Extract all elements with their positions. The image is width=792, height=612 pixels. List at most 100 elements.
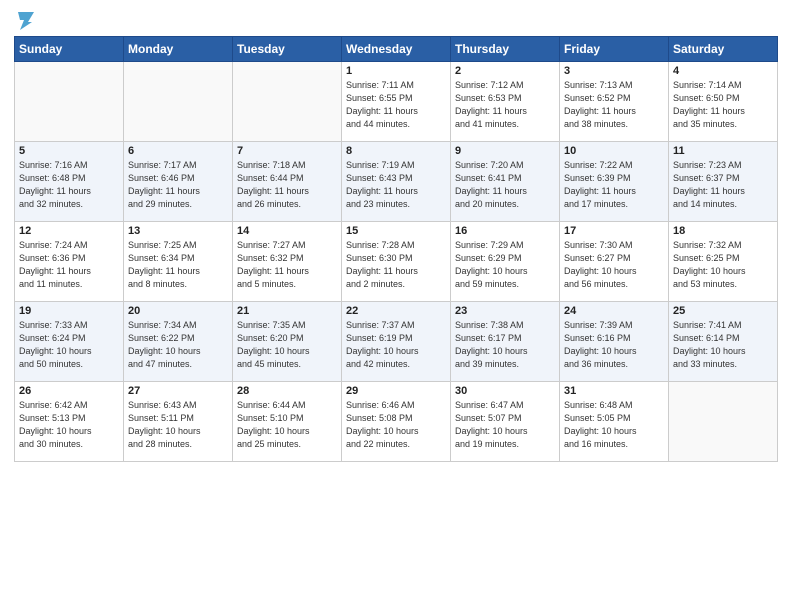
- day-number: 3: [564, 65, 664, 77]
- calendar-day-cell: 28 Sunrise: 6:44 AM Sunset: 5:10 PM Dayli…: [233, 382, 342, 462]
- weekday-header-monday: Monday: [124, 37, 233, 62]
- calendar-day-cell: 20 Sunrise: 7:34 AM Sunset: 6:22 PM Dayli…: [124, 302, 233, 382]
- day-number: 6: [128, 145, 228, 157]
- day-info: Sunrise: 7:18 AM Sunset: 6:44 PM Dayligh…: [237, 159, 337, 211]
- calendar-day-cell: [669, 382, 778, 462]
- calendar-day-cell: 27 Sunrise: 6:43 AM Sunset: 5:11 PM Dayli…: [124, 382, 233, 462]
- calendar-week-row: 19 Sunrise: 7:33 AM Sunset: 6:24 PM Dayli…: [15, 302, 778, 382]
- day-number: 20: [128, 305, 228, 317]
- day-info: Sunrise: 7:16 AM Sunset: 6:48 PM Dayligh…: [19, 159, 119, 211]
- calendar-day-cell: 25Sunrise: 7:41 AM Sunset: 6:14 PM Dayli…: [669, 302, 778, 382]
- day-info: Sunrise: 7:29 AM Sunset: 6:29 PM Dayligh…: [455, 239, 555, 291]
- day-info: Sunrise: 7:22 AM Sunset: 6:39 PM Dayligh…: [564, 159, 664, 211]
- day-info: Sunrise: 7:19 AM Sunset: 6:43 PM Dayligh…: [346, 159, 446, 211]
- day-info: Sunrise: 6:43 AM Sunset: 5:11 PM Dayligh…: [128, 399, 228, 451]
- calendar-day-cell: 11 Sunrise: 7:23 AM Sunset: 6:37 PM Dayli…: [669, 142, 778, 222]
- calendar-day-cell: 9 Sunrise: 7:20 AM Sunset: 6:41 PM Daylig…: [451, 142, 560, 222]
- calendar-day-cell: 14 Sunrise: 7:27 AM Sunset: 6:32 PM Dayli…: [233, 222, 342, 302]
- day-info: Sunrise: 7:12 AM Sunset: 6:53 PM Dayligh…: [455, 79, 555, 131]
- calendar-day-cell: 29Sunrise: 6:46 AM Sunset: 5:08 PM Dayli…: [342, 382, 451, 462]
- calendar-day-cell: 13Sunrise: 7:25 AM Sunset: 6:34 PM Dayli…: [124, 222, 233, 302]
- calendar-day-cell: 30Sunrise: 6:47 AM Sunset: 5:07 PM Dayli…: [451, 382, 560, 462]
- day-number: 30: [455, 385, 555, 397]
- weekday-header-sunday: Sunday: [15, 37, 124, 62]
- day-number: 28: [237, 385, 337, 397]
- calendar-week-row: 26 Sunrise: 6:42 AM Sunset: 5:13 PM Dayli…: [15, 382, 778, 462]
- day-info: Sunrise: 7:35 AM Sunset: 6:20 PM Dayligh…: [237, 319, 337, 371]
- calendar-day-cell: 26 Sunrise: 6:42 AM Sunset: 5:13 PM Dayli…: [15, 382, 124, 462]
- calendar-day-cell: 24 Sunrise: 7:39 AM Sunset: 6:16 PM Dayli…: [560, 302, 669, 382]
- day-info: Sunrise: 7:32 AM Sunset: 6:25 PM Dayligh…: [673, 239, 773, 291]
- day-number: 1: [346, 65, 446, 77]
- calendar-day-cell: 18Sunrise: 7:32 AM Sunset: 6:25 PM Dayli…: [669, 222, 778, 302]
- day-info: Sunrise: 7:11 AM Sunset: 6:55 PM Dayligh…: [346, 79, 446, 131]
- day-info: Sunrise: 7:38 AM Sunset: 6:17 PM Dayligh…: [455, 319, 555, 371]
- calendar-day-cell: 15 Sunrise: 7:28 AM Sunset: 6:30 PM Dayli…: [342, 222, 451, 302]
- day-number: 27: [128, 385, 228, 397]
- day-info: Sunrise: 7:17 AM Sunset: 6:46 PM Dayligh…: [128, 159, 228, 211]
- calendar-header-row: SundayMondayTuesdayWednesdayThursdayFrid…: [15, 37, 778, 62]
- header: [14, 10, 778, 28]
- day-number: 19: [19, 305, 119, 317]
- day-number: 5: [19, 145, 119, 157]
- day-info: Sunrise: 7:33 AM Sunset: 6:24 PM Dayligh…: [19, 319, 119, 371]
- day-info: Sunrise: 7:39 AM Sunset: 6:16 PM Dayligh…: [564, 319, 664, 371]
- day-number: 9: [455, 145, 555, 157]
- calendar-table: SundayMondayTuesdayWednesdayThursdayFrid…: [14, 36, 778, 462]
- day-number: 23: [455, 305, 555, 317]
- calendar-day-cell: 16 Sunrise: 7:29 AM Sunset: 6:29 PM Dayli…: [451, 222, 560, 302]
- weekday-header-tuesday: Tuesday: [233, 37, 342, 62]
- day-number: 7: [237, 145, 337, 157]
- logo-icon: [16, 8, 34, 30]
- calendar-day-cell: 31Sunrise: 6:48 AM Sunset: 5:05 PM Dayli…: [560, 382, 669, 462]
- calendar-day-cell: 7 Sunrise: 7:18 AM Sunset: 6:44 PM Daylig…: [233, 142, 342, 222]
- day-info: Sunrise: 7:27 AM Sunset: 6:32 PM Dayligh…: [237, 239, 337, 291]
- day-info: Sunrise: 7:37 AM Sunset: 6:19 PM Dayligh…: [346, 319, 446, 371]
- day-info: Sunrise: 7:23 AM Sunset: 6:37 PM Dayligh…: [673, 159, 773, 211]
- calendar-day-cell: 17 Sunrise: 7:30 AM Sunset: 6:27 PM Dayli…: [560, 222, 669, 302]
- weekday-header-wednesday: Wednesday: [342, 37, 451, 62]
- day-number: 24: [564, 305, 664, 317]
- day-info: Sunrise: 6:46 AM Sunset: 5:08 PM Dayligh…: [346, 399, 446, 451]
- day-info: Sunrise: 7:20 AM Sunset: 6:41 PM Dayligh…: [455, 159, 555, 211]
- page: SundayMondayTuesdayWednesdayThursdayFrid…: [0, 0, 792, 612]
- calendar-day-cell: [15, 62, 124, 142]
- calendar-day-cell: 2 Sunrise: 7:12 AM Sunset: 6:53 PM Daylig…: [451, 62, 560, 142]
- calendar-day-cell: 12Sunrise: 7:24 AM Sunset: 6:36 PM Dayli…: [15, 222, 124, 302]
- day-number: 26: [19, 385, 119, 397]
- day-number: 14: [237, 225, 337, 237]
- day-number: 17: [564, 225, 664, 237]
- calendar-week-row: 1 Sunrise: 7:11 AM Sunset: 6:55 PM Daylig…: [15, 62, 778, 142]
- calendar-day-cell: 3 Sunrise: 7:13 AM Sunset: 6:52 PM Daylig…: [560, 62, 669, 142]
- calendar-week-row: 12Sunrise: 7:24 AM Sunset: 6:36 PM Dayli…: [15, 222, 778, 302]
- day-number: 4: [673, 65, 773, 77]
- calendar-week-row: 5 Sunrise: 7:16 AM Sunset: 6:48 PM Daylig…: [15, 142, 778, 222]
- day-info: Sunrise: 6:44 AM Sunset: 5:10 PM Dayligh…: [237, 399, 337, 451]
- logo: [14, 10, 34, 28]
- day-number: 15: [346, 225, 446, 237]
- day-info: Sunrise: 7:30 AM Sunset: 6:27 PM Dayligh…: [564, 239, 664, 291]
- day-info: Sunrise: 7:13 AM Sunset: 6:52 PM Dayligh…: [564, 79, 664, 131]
- day-number: 2: [455, 65, 555, 77]
- weekday-header-saturday: Saturday: [669, 37, 778, 62]
- weekday-header-thursday: Thursday: [451, 37, 560, 62]
- calendar-day-cell: 5 Sunrise: 7:16 AM Sunset: 6:48 PM Daylig…: [15, 142, 124, 222]
- day-number: 12: [19, 225, 119, 237]
- day-info: Sunrise: 6:48 AM Sunset: 5:05 PM Dayligh…: [564, 399, 664, 451]
- calendar-day-cell: [233, 62, 342, 142]
- calendar-day-cell: 1 Sunrise: 7:11 AM Sunset: 6:55 PM Daylig…: [342, 62, 451, 142]
- day-number: 13: [128, 225, 228, 237]
- calendar-day-cell: 4Sunrise: 7:14 AM Sunset: 6:50 PM Daylig…: [669, 62, 778, 142]
- day-info: Sunrise: 6:42 AM Sunset: 5:13 PM Dayligh…: [19, 399, 119, 451]
- calendar-day-cell: 6 Sunrise: 7:17 AM Sunset: 6:46 PM Daylig…: [124, 142, 233, 222]
- calendar-day-cell: 8 Sunrise: 7:19 AM Sunset: 6:43 PM Daylig…: [342, 142, 451, 222]
- day-number: 16: [455, 225, 555, 237]
- day-info: Sunrise: 7:41 AM Sunset: 6:14 PM Dayligh…: [673, 319, 773, 371]
- day-number: 8: [346, 145, 446, 157]
- calendar-day-cell: 10Sunrise: 7:22 AM Sunset: 6:39 PM Dayli…: [560, 142, 669, 222]
- day-info: Sunrise: 7:28 AM Sunset: 6:30 PM Dayligh…: [346, 239, 446, 291]
- day-number: 11: [673, 145, 773, 157]
- day-info: Sunrise: 7:34 AM Sunset: 6:22 PM Dayligh…: [128, 319, 228, 371]
- calendar-day-cell: 23 Sunrise: 7:38 AM Sunset: 6:17 PM Dayli…: [451, 302, 560, 382]
- calendar-day-cell: [124, 62, 233, 142]
